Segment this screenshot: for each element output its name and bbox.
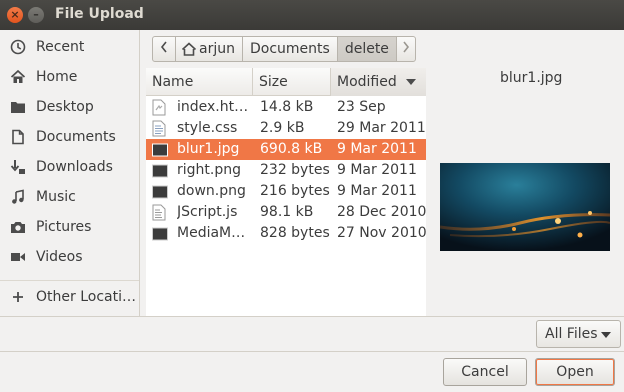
sidebar-item-other-locations[interactable]: Other Locati… bbox=[0, 282, 139, 312]
file-name: down.png bbox=[177, 183, 246, 199]
column-header-size[interactable]: Size bbox=[252, 68, 330, 96]
text-file-icon bbox=[152, 118, 168, 139]
sidebar-item-videos[interactable]: Videos bbox=[0, 242, 139, 272]
sidebar-item-downloads[interactable]: Downloads bbox=[0, 152, 139, 182]
path-segment-label: delete bbox=[344, 41, 389, 57]
window-title: File Upload bbox=[55, 6, 144, 22]
column-header-modified[interactable]: Modified bbox=[330, 68, 426, 96]
path-segment-label: Documents bbox=[249, 41, 330, 57]
places-sidebar: Recent Home Desktop Documents Downloads … bbox=[0, 30, 140, 316]
image-file-icon bbox=[152, 223, 168, 244]
sidebar-item-label: Other Locati… bbox=[36, 289, 136, 305]
file-name: style.css bbox=[177, 120, 238, 136]
file-row[interactable]: down.png 216 bytes 9 Mar 2011 bbox=[146, 181, 426, 202]
file-modified: 9 Mar 2011 bbox=[337, 183, 417, 199]
home-icon bbox=[181, 41, 197, 57]
file-name: blur1.jpg bbox=[177, 141, 240, 157]
column-header-label: Size bbox=[259, 74, 288, 90]
file-row[interactable]: index.ht… 14.8 kB 23 Sep bbox=[146, 97, 426, 118]
sidebar-item-label: Music bbox=[36, 189, 76, 205]
sidebar-item-label: Videos bbox=[36, 249, 83, 265]
column-header-label: Modified bbox=[337, 74, 397, 90]
sidebar-item-label: Desktop bbox=[36, 99, 94, 115]
filter-bar bbox=[0, 316, 624, 352]
file-size: 216 bytes bbox=[260, 183, 330, 199]
open-button-label: Open bbox=[556, 364, 594, 380]
file-row[interactable]: MediaM… 828 bytes 27 Nov 2010 bbox=[146, 223, 426, 244]
column-header-label: Name bbox=[152, 74, 194, 90]
script-file-icon bbox=[152, 202, 168, 223]
chevron-down-icon bbox=[601, 332, 611, 338]
path-segment-delete[interactable]: delete bbox=[336, 36, 397, 62]
cancel-button[interactable]: Cancel bbox=[443, 358, 527, 386]
title-bar: × – File Upload bbox=[0, 0, 624, 30]
plus-icon bbox=[0, 289, 36, 305]
file-name: MediaM… bbox=[177, 225, 246, 241]
chevron-right-icon bbox=[402, 41, 410, 57]
video-icon bbox=[0, 249, 36, 265]
path-scroll-right-button[interactable] bbox=[395, 36, 416, 62]
preview-image bbox=[440, 163, 610, 251]
file-type-filter-dropdown[interactable]: All Files bbox=[536, 320, 621, 348]
file-row[interactable]: style.css 2.9 kB 29 Mar 2011 bbox=[146, 118, 426, 139]
html-file-icon bbox=[152, 97, 168, 118]
path-segment-documents[interactable]: Documents bbox=[241, 36, 338, 62]
camera-icon bbox=[0, 219, 36, 235]
minimize-window-icon[interactable]: – bbox=[28, 7, 44, 23]
file-size: 14.8 kB bbox=[260, 99, 314, 115]
sidebar-item-home[interactable]: Home bbox=[0, 62, 139, 92]
sidebar-item-desktop[interactable]: Desktop bbox=[0, 92, 139, 122]
sidebar-item-label: Home bbox=[36, 69, 78, 85]
sidebar-separator bbox=[0, 280, 139, 281]
music-icon bbox=[0, 189, 36, 205]
file-modified: 23 Sep bbox=[337, 99, 386, 115]
sidebar-item-documents[interactable]: Documents bbox=[0, 122, 139, 152]
file-modified: 9 Mar 2011 bbox=[337, 141, 417, 157]
document-icon bbox=[0, 129, 36, 145]
file-modified: 29 Mar 2011 bbox=[337, 120, 426, 136]
open-button[interactable]: Open bbox=[535, 358, 615, 386]
column-header-name[interactable]: Name bbox=[146, 68, 252, 96]
image-file-icon bbox=[152, 181, 168, 202]
file-size: 828 bytes bbox=[260, 225, 330, 241]
file-size: 98.1 kB bbox=[260, 204, 314, 220]
file-list-header: Name Size Modified bbox=[146, 68, 426, 96]
file-modified: 27 Nov 2010 bbox=[337, 225, 426, 241]
sidebar-item-music[interactable]: Music bbox=[0, 182, 139, 212]
sidebar-item-recent[interactable]: Recent bbox=[0, 32, 139, 62]
sidebar-item-pictures[interactable]: Pictures bbox=[0, 212, 139, 242]
file-list[interactable]: Name Size Modified index.ht… 14.8 kB 23 … bbox=[146, 68, 426, 316]
file-size: 232 bytes bbox=[260, 162, 330, 178]
file-row[interactable]: JScript.js 98.1 kB 28 Dec 2010 bbox=[146, 202, 426, 223]
file-name: JScript.js bbox=[177, 204, 238, 220]
path-bar: arjun Documents delete bbox=[152, 36, 416, 62]
image-file-icon bbox=[152, 160, 168, 181]
sort-descending-icon bbox=[405, 78, 416, 86]
cancel-button-label: Cancel bbox=[461, 364, 509, 380]
home-icon bbox=[0, 69, 36, 85]
file-row-selected[interactable]: blur1.jpg 690.8 kB 9 Mar 2011 bbox=[146, 139, 426, 160]
file-modified: 28 Dec 2010 bbox=[337, 204, 426, 220]
file-modified: 9 Mar 2011 bbox=[337, 162, 417, 178]
file-size: 2.9 kB bbox=[260, 120, 305, 136]
close-window-icon[interactable]: × bbox=[7, 7, 23, 23]
file-name: index.ht… bbox=[177, 99, 249, 115]
download-icon bbox=[0, 159, 36, 175]
file-row[interactable]: right.png 232 bytes 9 Mar 2011 bbox=[146, 160, 426, 181]
clock-icon bbox=[0, 39, 36, 55]
preview-filename: blur1.jpg bbox=[500, 70, 563, 86]
filter-label: All Files bbox=[545, 326, 598, 342]
sidebar-item-label: Documents bbox=[36, 129, 116, 145]
sidebar-item-label: Recent bbox=[36, 39, 85, 55]
path-segment-label: arjun bbox=[199, 41, 235, 57]
chevron-left-icon bbox=[160, 41, 168, 57]
image-file-icon bbox=[152, 139, 168, 160]
path-scroll-left-button[interactable] bbox=[152, 36, 176, 62]
folder-icon bbox=[0, 99, 36, 115]
sidebar-item-label: Pictures bbox=[36, 219, 92, 235]
path-segment-home[interactable]: arjun bbox=[175, 36, 243, 62]
file-size: 690.8 kB bbox=[260, 141, 323, 157]
file-name: right.png bbox=[177, 162, 241, 178]
sidebar-item-label: Downloads bbox=[36, 159, 113, 175]
